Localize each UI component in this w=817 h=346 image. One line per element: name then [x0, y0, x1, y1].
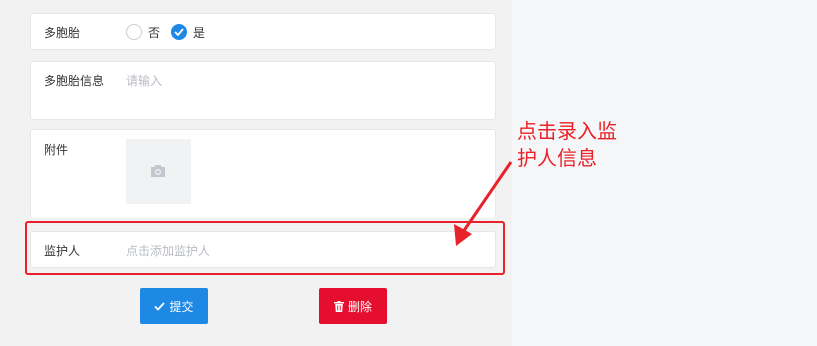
annotation-line-1: 点击录入监	[517, 119, 617, 143]
multiple-birth-label: 多胞胎	[44, 26, 81, 40]
check-icon	[174, 28, 184, 36]
multiple-birth-info-row: 多胞胎信息 请输入	[30, 61, 496, 120]
guardian-highlight-box	[25, 221, 505, 275]
submit-label: 提交	[169, 299, 194, 314]
upload-button[interactable]	[126, 139, 191, 204]
check-icon	[154, 301, 166, 311]
form-panel: 多胞胎 否 是 多胞胎信息 请输入 附件 监护人 点击添加监护人 提交 删除	[0, 0, 512, 346]
radio-yes-label[interactable]: 是	[193, 24, 205, 41]
radio-no[interactable]	[126, 24, 142, 40]
submit-button[interactable]: 提交	[140, 288, 208, 324]
annotation-arrow-icon	[454, 161, 513, 246]
annotation-line-2: 护人信息	[517, 146, 597, 170]
multiple-birth-info-input[interactable]: 请输入	[126, 72, 162, 89]
radio-no-label[interactable]: 否	[148, 24, 160, 41]
attachment-row: 附件	[30, 129, 496, 218]
camera-icon	[151, 165, 165, 177]
multiple-birth-info-label: 多胞胎信息	[44, 74, 105, 88]
delete-button[interactable]: 删除	[319, 288, 387, 324]
multiple-birth-row: 多胞胎 否 是	[30, 13, 496, 50]
delete-label: 删除	[347, 299, 372, 314]
trash-icon	[333, 300, 344, 312]
annotation-text: 点击录入监 护人信息	[517, 118, 657, 172]
attachment-label: 附件	[44, 143, 69, 157]
radio-yes[interactable]	[171, 24, 187, 40]
